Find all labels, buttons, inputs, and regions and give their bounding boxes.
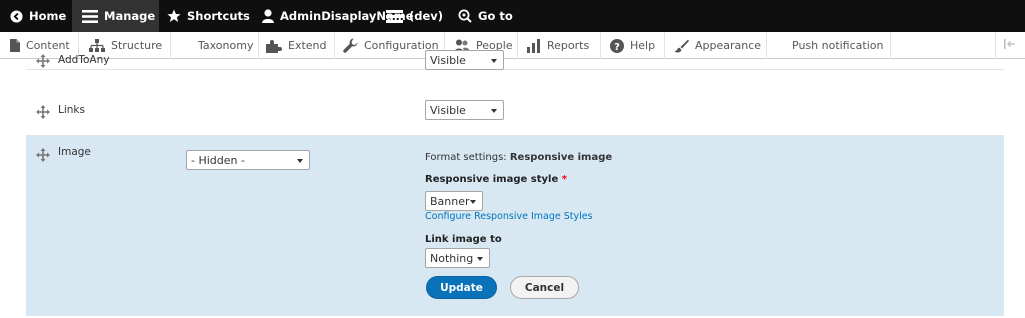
drag-handle-icon[interactable] xyxy=(36,147,50,162)
field-label: AddToAny xyxy=(58,54,110,66)
field-label: Links xyxy=(58,104,85,116)
search-icon xyxy=(458,9,472,23)
tray-collapse-button[interactable] xyxy=(1004,32,1016,59)
toolbar-home[interactable]: Home xyxy=(10,0,66,32)
link-image-to-label: Link image to xyxy=(425,234,502,245)
collapse-arrow-icon xyxy=(1004,39,1016,52)
chevron-down-icon xyxy=(491,59,497,63)
chevron-down-icon xyxy=(477,257,483,261)
drag-handle-icon[interactable] xyxy=(36,104,50,119)
format-select[interactable]: Visible xyxy=(425,50,504,70)
format-settings-heading: Format settings: Responsive image xyxy=(425,152,612,163)
region-select[interactable]: - Hidden - xyxy=(186,150,310,170)
format-settings-label: Format settings: xyxy=(425,152,507,163)
admin-toolbar: Home Manage Shortcuts AdminDisaplayName … xyxy=(0,0,1025,32)
toolbar-home-label: Home xyxy=(29,9,67,23)
configure-responsive-styles-link[interactable]: Configure Responsive Image Styles xyxy=(425,211,593,222)
field-row-links: Links Visible xyxy=(26,70,1004,136)
field-label: Image xyxy=(58,146,91,158)
responsive-style-label-text: Responsive image style xyxy=(425,174,559,185)
link-image-select-value: Nothing xyxy=(430,251,474,265)
field-row-addtoany: AddToAny Visible xyxy=(26,32,1004,70)
toolbar-environment[interactable]: (dev) xyxy=(386,0,443,32)
hamburger-icon xyxy=(82,9,98,23)
drag-handle-icon[interactable] xyxy=(36,53,50,68)
responsive-style-label: Responsive image style * xyxy=(425,174,567,185)
field-row-image: Image - Hidden - Format settings: Respon… xyxy=(26,136,1004,316)
responsive-style-select-value: Banner xyxy=(430,194,470,208)
toolbar-shortcuts[interactable]: Shortcuts xyxy=(167,0,250,32)
chevron-down-icon xyxy=(297,159,303,163)
environment-icon xyxy=(386,9,403,23)
toolbar-goto-label: Go to xyxy=(478,9,513,23)
star-icon xyxy=(167,9,181,23)
back-circle-icon xyxy=(10,9,23,23)
toolbar-environment-label: (dev) xyxy=(409,9,444,23)
responsive-style-select[interactable]: Banner xyxy=(425,191,483,211)
toolbar-manage[interactable]: Manage xyxy=(72,0,159,32)
format-settings-value: Responsive image xyxy=(509,152,613,163)
user-icon xyxy=(262,9,274,23)
link-image-select[interactable]: Nothing xyxy=(425,248,490,268)
format-select-value: Visible xyxy=(430,53,466,67)
format-select-value: Visible xyxy=(430,103,466,117)
chevron-down-icon xyxy=(491,109,497,113)
document-icon xyxy=(10,39,20,52)
cancel-button[interactable]: Cancel xyxy=(510,276,579,299)
toolbar-manage-label: Manage xyxy=(104,9,156,23)
update-button[interactable]: Update xyxy=(426,276,497,299)
region-select-value: - Hidden - xyxy=(191,153,245,167)
format-select[interactable]: Visible xyxy=(425,100,504,120)
required-marker: * xyxy=(561,174,567,185)
toolbar-shortcuts-label: Shortcuts xyxy=(187,9,250,23)
toolbar-goto[interactable]: Go to xyxy=(458,0,513,32)
chevron-down-icon xyxy=(470,200,476,204)
